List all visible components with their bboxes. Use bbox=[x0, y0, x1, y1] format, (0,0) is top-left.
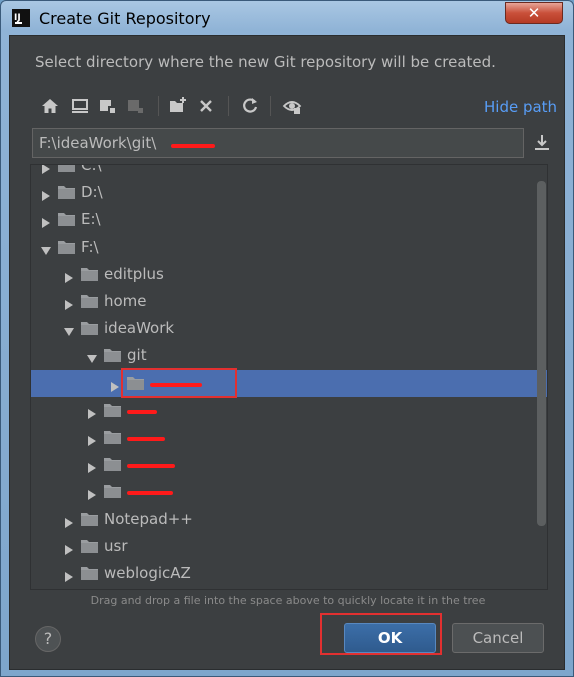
expanded-arrow-icon[interactable] bbox=[64, 323, 74, 337]
toolbar-separator bbox=[158, 96, 159, 116]
collapsed-arrow-icon[interactable] bbox=[41, 165, 51, 174]
tree-row[interactable]: weblogicAZ bbox=[31, 560, 547, 587]
tree-row[interactable] bbox=[31, 397, 547, 424]
desktop-icon[interactable] bbox=[70, 96, 90, 116]
annotation-box-selected-folder bbox=[121, 368, 237, 398]
dialog-window: IJ Create Git Repository ✕ Select direct… bbox=[0, 0, 574, 677]
tree-row[interactable]: Notepad++ bbox=[31, 506, 547, 533]
redaction-mark bbox=[171, 144, 215, 148]
collapsed-arrow-icon[interactable] bbox=[87, 432, 97, 446]
new-folder-icon[interactable] bbox=[168, 96, 188, 116]
tree-row[interactable] bbox=[31, 478, 547, 505]
redaction-mark bbox=[127, 409, 157, 414]
download-icon[interactable] bbox=[532, 133, 552, 153]
folder-icon bbox=[58, 165, 76, 173]
tree-scrollbar[interactable] bbox=[537, 181, 546, 526]
collapsed-arrow-icon[interactable] bbox=[87, 459, 97, 474]
folder-icon bbox=[104, 348, 122, 363]
tree-row[interactable]: usr bbox=[31, 533, 547, 560]
tree-row[interactable]: ideaWork bbox=[31, 315, 547, 342]
redaction-mark bbox=[127, 491, 173, 496]
tree-item-label: Notepad++ bbox=[104, 509, 193, 528]
folder-icon bbox=[81, 539, 99, 554]
show-hidden-icon[interactable] bbox=[282, 96, 302, 116]
folder-icon bbox=[58, 185, 76, 200]
project-folder-icon[interactable] bbox=[98, 96, 118, 116]
collapsed-arrow-icon[interactable] bbox=[87, 405, 97, 419]
intellij-app-icon: IJ bbox=[12, 9, 30, 27]
tree-item-label: editplus bbox=[104, 264, 164, 283]
tree-row[interactable] bbox=[31, 451, 547, 478]
refresh-icon[interactable] bbox=[240, 96, 260, 116]
toolbar-separator bbox=[228, 96, 229, 116]
cancel-button[interactable]: Cancel bbox=[452, 623, 544, 653]
collapsed-arrow-icon[interactable] bbox=[110, 378, 120, 392]
tree-row[interactable] bbox=[31, 369, 547, 397]
close-button[interactable]: ✕ bbox=[505, 2, 563, 24]
tree-item-label: D:\ bbox=[81, 183, 103, 202]
folder-icon bbox=[81, 512, 99, 527]
delete-icon[interactable] bbox=[196, 96, 216, 116]
tree-item-label: ideaWork bbox=[104, 319, 175, 338]
tree-row[interactable]: editplus bbox=[31, 261, 547, 288]
tree-item-label: weblogicAZ bbox=[104, 564, 191, 582]
tree-item-label: usr bbox=[104, 536, 128, 555]
hide-path-link[interactable]: Hide path bbox=[484, 98, 557, 116]
folder-icon bbox=[104, 403, 122, 418]
folder-icon bbox=[58, 240, 76, 255]
folder-icon bbox=[104, 457, 122, 472]
folder-icon bbox=[81, 321, 99, 336]
folder-icon bbox=[104, 484, 122, 499]
path-input[interactable]: F:\ideaWork\git\ bbox=[32, 128, 524, 158]
redaction-mark bbox=[127, 464, 175, 469]
tree-row[interactable]: C:\ bbox=[31, 164, 547, 179]
collapsed-arrow-icon[interactable] bbox=[64, 514, 74, 528]
expanded-arrow-icon[interactable] bbox=[87, 350, 97, 364]
collapsed-arrow-icon[interactable] bbox=[64, 296, 74, 310]
tree-item-label: F:\ bbox=[81, 237, 99, 256]
toolbar-separator bbox=[270, 96, 271, 116]
folder-icon bbox=[81, 566, 99, 581]
title-bar[interactable]: IJ Create Git Repository ✕ bbox=[1, 1, 573, 35]
drag-drop-hint: Drag and drop a file into the space abov… bbox=[90, 594, 486, 607]
home-icon[interactable] bbox=[40, 96, 60, 116]
window-title: Create Git Repository bbox=[39, 9, 211, 28]
tree-row[interactable]: E:\ bbox=[31, 206, 547, 233]
dialog-content: Select directory where the new Git repos… bbox=[9, 35, 565, 670]
tree-item-label: E:\ bbox=[81, 210, 101, 229]
tree-row[interactable]: D:\ bbox=[31, 179, 547, 206]
folder-icon bbox=[81, 267, 99, 282]
folder-icon bbox=[104, 430, 122, 445]
tree-row[interactable] bbox=[31, 424, 547, 451]
directory-tree[interactable]: C:\ D:\ E:\ F:\ editplus home ideaWork git Notep… bbox=[30, 164, 548, 590]
tree-item-label: C:\ bbox=[81, 164, 102, 174]
tree-item-label: home bbox=[104, 292, 147, 310]
folder-icon bbox=[81, 294, 99, 309]
tree-row[interactable]: git bbox=[31, 342, 547, 369]
help-button[interactable]: ? bbox=[35, 626, 61, 652]
dialog-description: Select directory where the new Git repos… bbox=[35, 53, 496, 71]
collapsed-arrow-icon[interactable] bbox=[41, 214, 51, 229]
folder-icon bbox=[58, 212, 76, 227]
module-folder-icon bbox=[128, 100, 143, 113]
tree-item-label: git bbox=[127, 346, 147, 365]
collapsed-arrow-icon[interactable] bbox=[64, 568, 74, 582]
tree-row[interactable]: F:\ bbox=[31, 234, 547, 261]
file-chooser-toolbar: Hide path bbox=[30, 92, 560, 122]
expanded-arrow-icon[interactable] bbox=[41, 242, 51, 255]
collapsed-arrow-icon[interactable] bbox=[41, 187, 51, 202]
collapsed-arrow-icon[interactable] bbox=[64, 541, 74, 555]
annotation-box-ok-button bbox=[320, 613, 442, 655]
collapsed-arrow-icon[interactable] bbox=[87, 486, 97, 501]
tree-row[interactable]: home bbox=[31, 288, 547, 315]
redaction-mark bbox=[127, 437, 165, 441]
collapsed-arrow-icon[interactable] bbox=[64, 269, 74, 283]
